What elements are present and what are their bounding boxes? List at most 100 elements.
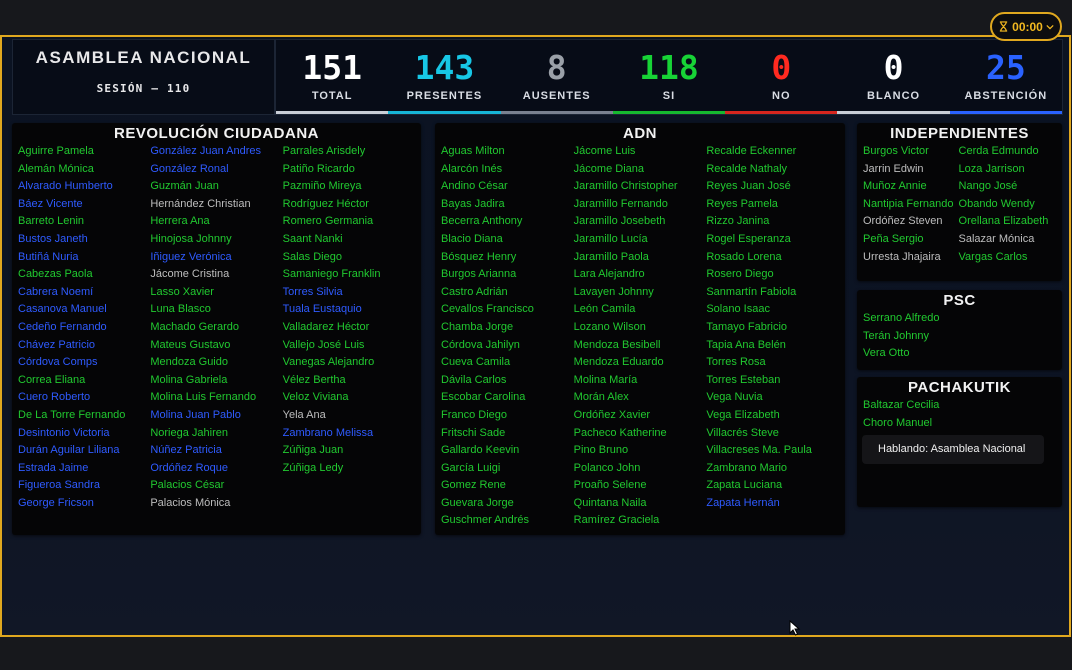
member-name: Ordóñez Steven xyxy=(863,215,943,228)
stat-presentes: 143 PRESENTES xyxy=(388,40,501,114)
member-name: Morán Alex xyxy=(573,391,629,404)
party-panel-adn: ADN Aguas Milton Alarcón Inés Andino César… xyxy=(435,123,845,535)
member-name: Cerda Edmundo xyxy=(958,145,1039,157)
member-name: Molina Gabriela xyxy=(150,373,228,386)
stat-ausentes: 8 AUSENTES xyxy=(500,40,613,114)
stat-value: 25 xyxy=(985,48,1026,87)
member-name: Reyes Juan José xyxy=(706,180,791,193)
member-name: Báez Vicente xyxy=(18,197,83,210)
member-name: Zambrano Mario xyxy=(706,461,788,474)
member-name: Muñoz Annie xyxy=(863,180,927,193)
member-name: Cedeño Fernando xyxy=(18,320,107,333)
member-name: Reyes Pamela xyxy=(706,197,778,210)
member-name: Parrales Arisdely xyxy=(282,145,366,157)
party-title: REVOLUCIÓN CIUDADANA xyxy=(114,125,319,142)
member-name: Desintonio Victoria xyxy=(18,426,110,439)
member-name: Bósquez Henry xyxy=(441,250,517,263)
member-name: Figueroa Sandra xyxy=(18,479,100,492)
member-name: Burgos Arianna xyxy=(441,268,517,281)
member-name: Córdova Jahilyn xyxy=(441,338,520,351)
party-title: INDEPENDIENTES xyxy=(890,125,1029,142)
member-name: Blacio Diana xyxy=(441,232,503,245)
speaking-tooltip: Hablando: Asamblea Nacional xyxy=(862,435,1044,464)
stat-value: 0 xyxy=(883,48,904,87)
member-name: Ramírez Graciela xyxy=(573,514,660,527)
member-name: Obando Wendy xyxy=(958,197,1035,210)
member-name: Hernández Christian xyxy=(150,197,251,210)
member-name: Zapata Luciana xyxy=(706,479,783,492)
party-panel-independientes: INDEPENDIENTES Burgos Victor Jarrin Edwin… xyxy=(857,123,1062,281)
member-name: Vargas Carlos xyxy=(958,250,1028,263)
timer-badge[interactable]: 00:00 xyxy=(990,12,1062,41)
stat-bar xyxy=(500,111,613,114)
member-name: Franco Diego xyxy=(441,408,508,421)
member-name: Alemán Mónica xyxy=(18,162,94,175)
member-name: Lozano Wilson xyxy=(573,320,646,333)
member-name: Correa Eliana xyxy=(18,373,86,386)
screen: 00:00 ASAMBLEA NACIONAL SESIÓN – 110 151… xyxy=(0,0,1072,670)
member-name: Aguirre Pamela xyxy=(18,145,94,157)
assembly-title: ASAMBLEA NACIONAL xyxy=(35,48,252,67)
member-name: Mateus Gustavo xyxy=(150,338,231,351)
member-name: Ordóñez Xavier xyxy=(573,408,651,421)
member-name: García Luigi xyxy=(441,461,501,474)
assembly-header: ASAMBLEA NACIONAL SESIÓN – 110 xyxy=(12,39,275,115)
member-name: Rogel Esperanza xyxy=(706,232,791,245)
member-name: Urresta Jhajaira xyxy=(863,250,941,263)
member-name: Jácome Luis xyxy=(573,145,636,157)
member-name: Gallardo Keevin xyxy=(441,444,520,457)
member-name: González Ronal xyxy=(150,162,229,175)
member-name: Solano Isaac xyxy=(706,303,770,316)
stat-label: PRESENTES xyxy=(406,90,483,102)
name-column: Jácome Luis Jácome Diana Jaramillo Christo… xyxy=(574,143,707,530)
member-name: Burgos Victor xyxy=(863,145,929,157)
member-name: Escobar Carolina xyxy=(441,391,526,404)
name-column: Recalde Eckenner Recalde Nathaly Reyes Jua… xyxy=(706,143,839,530)
member-name: Pazmiño Mireya xyxy=(282,180,362,193)
member-name: Rizzo Janina xyxy=(706,215,770,228)
member-name: Vanegas Alejandro xyxy=(282,356,375,369)
member-name: González Juan Andres xyxy=(150,145,262,157)
party-panel-psc: PSC Serrano Alfredo Terán Johnny Vera Otto xyxy=(857,290,1062,370)
member-name: Torres Rosa xyxy=(706,356,766,369)
member-name: Loza Jarrison xyxy=(958,162,1025,175)
name-column: Serrano Alfredo Terán Johnny Vera Otto xyxy=(863,310,1053,363)
name-column: Aguas Milton Alarcón Inés Andino César Baya… xyxy=(441,143,574,530)
member-name: Lasso Xavier xyxy=(150,285,214,298)
member-name: Zúñiga Juan xyxy=(282,444,344,457)
member-name: Mendoza Besibell xyxy=(573,338,661,351)
stat-bar xyxy=(949,111,1062,114)
member-name: Salas Diego xyxy=(282,250,342,263)
member-name: Recalde Nathaly xyxy=(706,162,788,175)
member-name: Villacreses Ma. Paula xyxy=(706,444,812,457)
member-name: Vega Elizabeth xyxy=(706,408,780,421)
stat-value: 143 xyxy=(414,48,475,87)
member-name: Yela Ana xyxy=(282,408,326,421)
stat-label: SI xyxy=(662,90,676,102)
stat-value: 0 xyxy=(771,48,792,87)
party-title: PSC xyxy=(943,292,976,309)
name-column: Aguirre Pamela Alemán Mónica Alvarado Humb… xyxy=(18,143,150,512)
member-name: Palacios Mónica xyxy=(150,496,231,509)
stat-abstencion: 25 ABSTENCIÓN xyxy=(949,40,1062,114)
chevron-down-icon xyxy=(1046,24,1054,29)
stat-bar xyxy=(725,111,838,114)
member-name: Recalde Eckenner xyxy=(706,145,797,157)
stat-bar xyxy=(276,111,389,114)
member-name: Núñez Patricia xyxy=(150,444,222,457)
member-name: Molina Luis Fernando xyxy=(150,391,257,404)
member-name: Bustos Janeth xyxy=(18,232,88,245)
member-name: Choro Manuel xyxy=(863,416,933,429)
member-name: Becerra Anthony xyxy=(441,215,523,228)
member-name: Machado Gerardo xyxy=(150,320,239,333)
member-name: Palacios César xyxy=(150,479,225,492)
member-name: Torres Silvia xyxy=(282,285,343,298)
member-name: Patiño Ricardo xyxy=(282,162,355,175)
member-name: Veloz Viviana xyxy=(282,391,349,404)
member-name: Fritschi Sade xyxy=(441,426,506,439)
member-name: Valladarez Héctor xyxy=(282,320,370,333)
member-name: Villacrés Steve xyxy=(706,426,779,439)
member-name: De La Torre Fernando xyxy=(18,408,126,421)
stat-label: TOTAL xyxy=(311,90,353,102)
member-name: Jaramillo Fernando xyxy=(573,197,668,210)
